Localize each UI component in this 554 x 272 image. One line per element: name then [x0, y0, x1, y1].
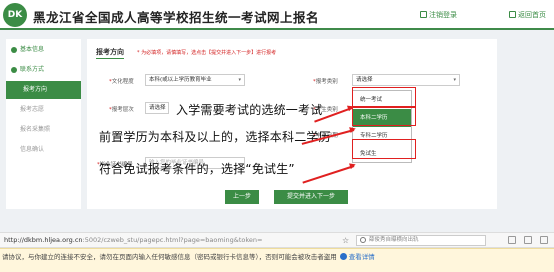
prev-button[interactable]: 上一步 [225, 190, 259, 204]
sidebar-item-wish[interactable]: 报考志愿 [6, 101, 81, 119]
home-icon [509, 11, 516, 18]
site-logo: DK [3, 3, 27, 27]
leibie-label: *报考类别 [313, 79, 338, 85]
kemu-select[interactable]: 请选择 [145, 102, 169, 114]
info-icon [339, 253, 347, 260]
form-panel: 报考方向 * 为必填项，请慎填写，选点击【提交并进入下一步】进行报考 *文化程度… [87, 39, 497, 209]
scissors-icon[interactable] [508, 236, 516, 244]
search-icon [360, 237, 366, 243]
sidebar-item-contact[interactable]: 联系方式 [6, 61, 81, 79]
sidebar-item-basic-info[interactable]: 基本信息 [6, 41, 81, 59]
grid-icon[interactable] [524, 236, 532, 244]
wenhua-select[interactable]: 本科(或以上学历教育毕业 ▾ [145, 74, 245, 86]
header-bar: DK 黑龙江省全国成人高等学校招生统一考试网上报名 注销登录 返回首页 [0, 0, 554, 30]
address-bar[interactable]: http://dkbm.hljea.org.cn:5002/czweb_stu/… [0, 232, 554, 248]
sidebar-item-direction[interactable]: 报考方向 [6, 81, 81, 99]
search-input[interactable]: 薛俊秀自曝横向出轨 [356, 235, 486, 246]
menu-icon[interactable] [540, 236, 548, 244]
url-host: http://dkbm.hljea.org.cn [4, 236, 83, 244]
kemu-label: *报考层次 [109, 107, 134, 113]
site-title: 黑龙江省全国成人高等学校招生统一考试网上报名 [33, 10, 320, 25]
annotation-line-2: 前置学历为本科及以上的，选择本科二学历 [99, 130, 331, 144]
view-details-link[interactable]: 查看详情 [349, 253, 375, 261]
warning-text: 请协议，与你建立的连接不安全，请勿在页面内输入任何敏感信息（密码或银行卡信息等）… [2, 253, 337, 261]
bookmark-star-icon[interactable]: ☆ [342, 233, 349, 248]
highlight-box [352, 139, 416, 159]
sidebar-item-confirm[interactable]: 信息确认 [6, 141, 81, 159]
required-note: * 为必填项，请慎填写，选点击【提交并进入下一步】进行报考 [137, 50, 277, 56]
highlight-box [352, 87, 416, 107]
annotation-line-3: 符合免试报考条件的，选择“免试生” [99, 162, 295, 176]
home-link[interactable]: 返回首页 [509, 10, 546, 20]
check-icon [11, 67, 17, 73]
security-warning-bar: 请协议，与你建立的连接不安全，请勿在页面内输入任何敏感信息（密码或银行卡信息等）… [0, 248, 554, 272]
highlight-box [352, 107, 416, 126]
next-button[interactable]: 提交并进入下一步 [274, 190, 348, 204]
check-icon [11, 47, 17, 53]
wenhua-label: *文化程度 [109, 79, 134, 85]
section-title: 报考方向 [96, 47, 124, 59]
leibie-select[interactable]: 请选择 ▾ [352, 74, 460, 86]
chevron-down-icon: ▾ [453, 77, 456, 83]
step-sidebar: 基本信息 联系方式 报考方向 报考志愿 报名采集照 信息确认 [6, 39, 81, 209]
url-path: :5002/czweb_stu/pagepc.html?page=baoming… [82, 236, 263, 244]
sidebar-item-photo[interactable]: 报名采集照 [6, 121, 81, 139]
annotation-line-1: 入学需要考试的选统一考试 [176, 103, 323, 117]
logout-icon [420, 11, 427, 18]
chevron-down-icon: ▾ [238, 77, 241, 83]
logout-link[interactable]: 注销登录 [420, 10, 457, 20]
